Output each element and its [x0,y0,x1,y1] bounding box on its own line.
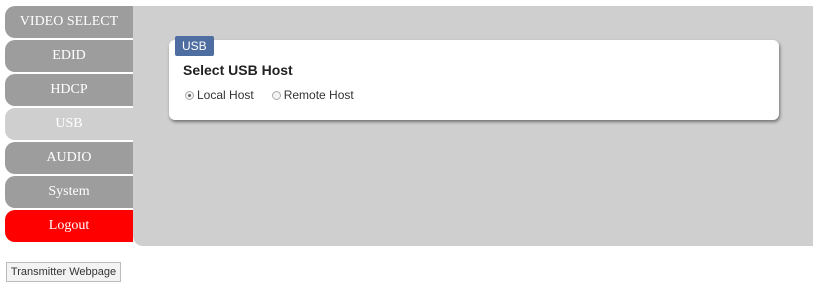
remote-host-label: Remote Host [283,88,354,102]
remote-host-option[interactable]: Remote Host [271,88,354,102]
nav-hdcp[interactable]: HDCP [5,74,133,106]
nav-system[interactable]: System [5,176,133,208]
nav-video-select[interactable]: VIDEO SELECT [5,6,133,38]
usb-host-box: Select USB Host Local Host Remote Host [169,40,779,120]
local-host-radio[interactable] [185,90,194,100]
nav-edid[interactable]: EDID [5,40,133,72]
transmitter-webpage-button[interactable]: Transmitter Webpage [6,262,121,282]
sidebar-nav: VIDEO SELECT EDID HDCP USB AUDIO System … [5,6,133,244]
nav-usb[interactable]: USB [5,108,133,140]
section-title: Select USB Host [183,62,293,78]
local-host-label: Local Host [197,88,254,102]
remote-host-radio[interactable] [271,90,281,100]
nav-audio[interactable]: AUDIO [5,142,133,174]
content-panel: USB Select USB Host Local Host Remote Ho… [133,6,813,246]
local-host-option[interactable]: Local Host [185,88,254,102]
usb-host-radio-group: Local Host Remote Host [185,88,372,102]
usb-section-tab: USB [175,36,214,56]
logout-button[interactable]: Logout [5,210,133,242]
